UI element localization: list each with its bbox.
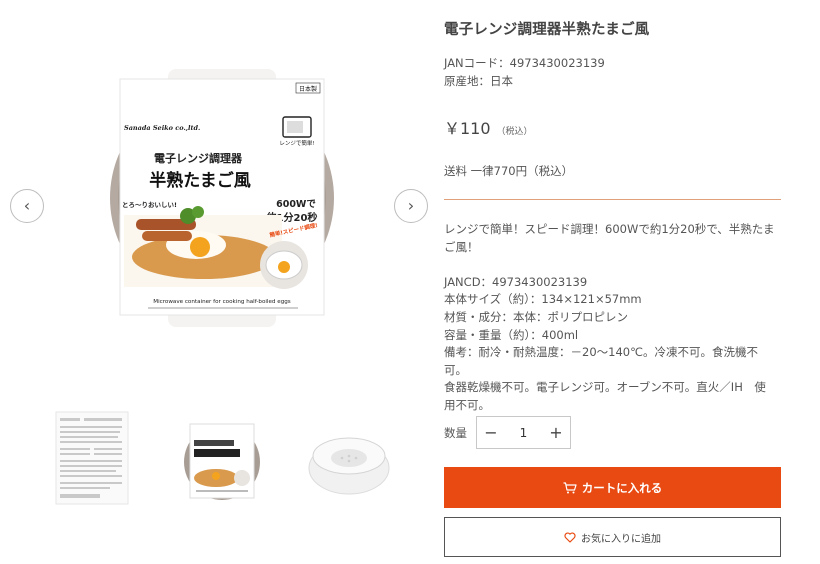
spec-line: 備考：耐冷・耐熱温度：－20〜140℃。冷凍不可。食洗機不可。 [444,345,758,377]
svg-text:とろ～りおいしい!: とろ～りおいしい! [122,200,177,209]
thumbnail-package-front[interactable] [182,416,262,508]
quantity-increase-button[interactable]: + [542,417,570,448]
quantity-stepper: − + [476,416,571,449]
spec-line: 材質・成分：本体：ポリプロピレン [444,309,628,324]
quantity-decrease-button[interactable]: − [477,417,505,448]
country-of-origin: 原産地：日本 [444,74,513,88]
spec-line: JANCD：4973430023139 [444,274,588,289]
add-to-cart-label: カートに入れる [581,480,663,495]
thumbnail-strip [54,408,404,508]
svg-text:Sanada Seiko co.,ltd.: Sanada Seiko co.,ltd. [124,124,200,132]
add-to-favorites-label: お気に入りに追加 [581,533,661,545]
product-description: レンジで簡単！スピード調理！600Wで約1分20秒で、半熟たま ご風！ JANC… [444,221,780,415]
description-line: ご風！ [444,239,479,254]
description-line: レンジで簡単！スピード調理！600Wで約1分20秒で、半熟たま [444,222,775,236]
gallery-prev-button[interactable]: ‹ [10,189,44,223]
tax-note: （税込） [496,127,533,137]
spec-line: 本体サイズ（約）：134×121×57mm [444,292,642,307]
svg-text:電子レンジ調理器: 電子レンジ調理器 [154,151,243,165]
product-meta: JANコード：4973430023139 原産地：日本 [444,54,605,90]
main-product-image: 日本製 Sanada Seiko co.,ltd. レンジで簡単! 電子レンジ調… [110,69,334,327]
spec-line: 食器乾燥機不可。電子レンジ可。オーブン不可。直火／IH 使 [444,380,766,395]
spec-line: 用不可。 [444,397,490,412]
spec-line: 容量・重量（約）：400ml [444,327,579,342]
thumbnail-bowl[interactable] [304,420,394,500]
chevron-left-icon: ‹ [23,196,31,215]
product-gallery: 日本製 Sanada Seiko co.,ltd. レンジで簡単! 電子レンジ調… [0,0,440,564]
price-row: ￥110 （税込） [444,115,533,139]
minus-icon: − [484,423,498,442]
add-to-cart-button[interactable]: カートに入れる [444,467,781,508]
quantity-label: 数量 [444,425,467,440]
quantity-row: 数量 − + [444,416,571,449]
add-to-favorites-button[interactable]: お気に入りに追加 [444,517,781,557]
jan-code: JANコード：4973430023139 [444,56,605,70]
gallery-next-button[interactable]: › [394,189,428,223]
quantity-input[interactable] [505,417,542,448]
shipping-info: 送料 一律770円（税込） [444,164,574,178]
price: ￥110 [444,119,491,138]
divider [444,199,781,200]
plus-icon: + [549,423,563,442]
svg-text:600Wで: 600Wで [276,199,316,210]
thumbnail-back-label[interactable] [54,408,130,508]
svg-text:半熟たまご風: 半熟たまご風 [149,170,251,191]
heart-icon [564,531,576,543]
chevron-right-icon: › [407,196,415,215]
svg-text:日本製: 日本製 [299,85,317,93]
svg-text:Microwave container for cookin: Microwave container for cooking half-boi… [153,299,291,305]
cart-icon [563,481,577,493]
product-title: 電子レンジ調理器半熟たまご風 [444,22,650,38]
svg-text:レンジで簡単!: レンジで簡単! [279,139,314,147]
